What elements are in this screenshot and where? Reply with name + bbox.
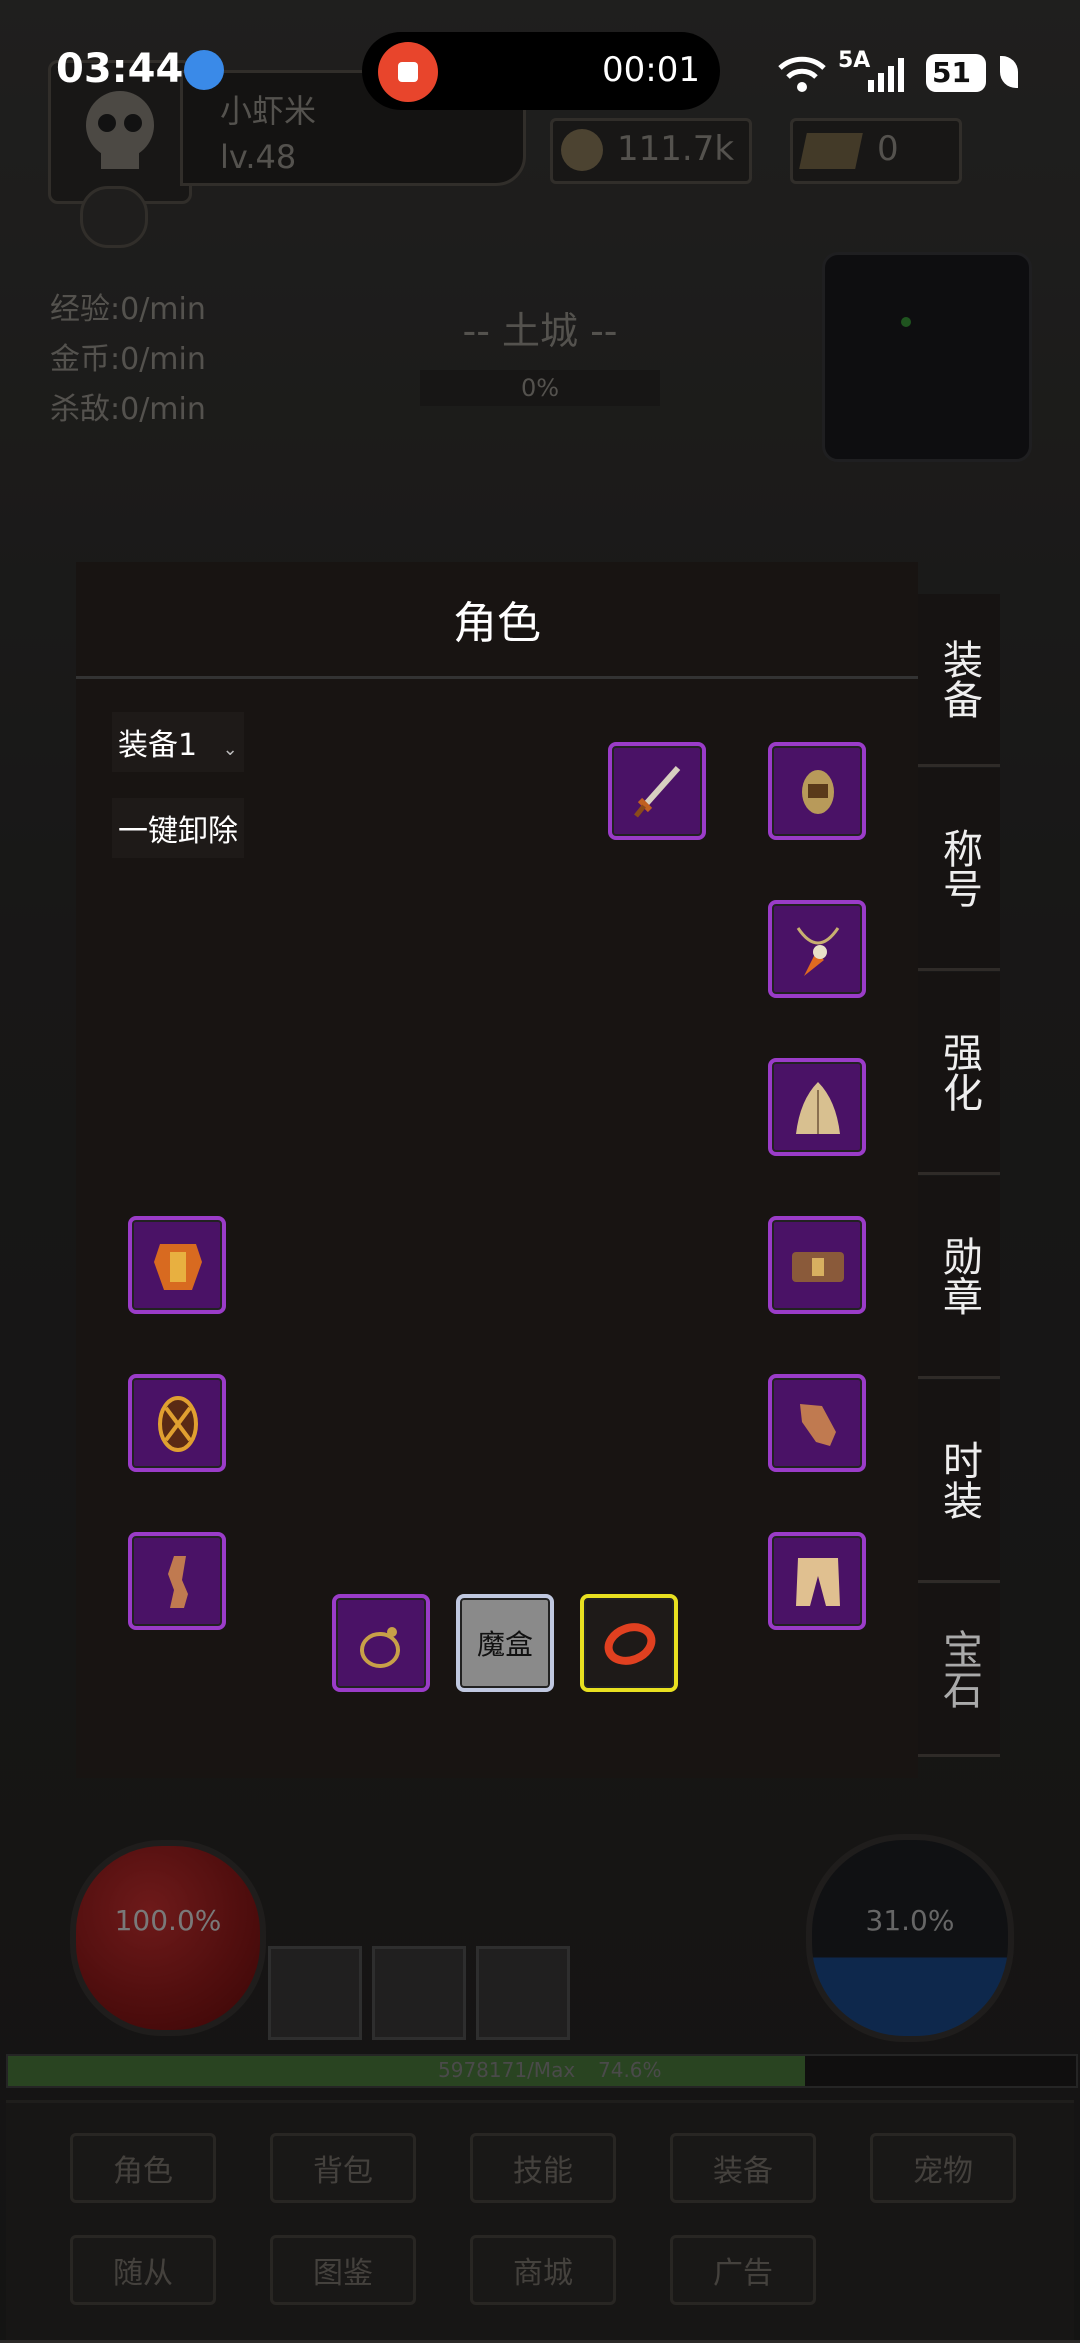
tab-title[interactable]: 称号	[918, 768, 1000, 971]
necklace-slot[interactable]	[768, 900, 866, 998]
necklace-icon	[796, 927, 840, 976]
gloves-slot[interactable]	[768, 1374, 866, 1472]
helmet-slot[interactable]	[768, 742, 866, 840]
screen-recording-pill[interactable]: 00:01	[362, 32, 720, 110]
cloak-slot[interactable]	[768, 1058, 866, 1156]
message-icon	[184, 50, 224, 90]
equip-set-dropdown[interactable]: 装备1 ⌄	[112, 712, 244, 772]
tab-medal-label: 勋章	[936, 1236, 982, 1316]
status-time: 03:44	[56, 46, 184, 92]
ring2-icon	[604, 1623, 656, 1665]
network-label: 5A	[838, 48, 871, 73]
shield-icon	[158, 1396, 198, 1452]
tab-title-label: 称号	[936, 828, 982, 908]
tab-gem-label: 宝石	[936, 1629, 982, 1709]
wifi-icon	[778, 56, 826, 92]
ring-slot-left[interactable]	[332, 1594, 430, 1692]
tab-enhance[interactable]: 强化	[918, 972, 1000, 1175]
equip-set-label: 装备1	[118, 728, 198, 763]
boots-icon	[168, 1556, 188, 1608]
shield-slot[interactable]	[128, 1374, 226, 1472]
tab-equipment-label: 装备	[936, 639, 982, 719]
armor-slot[interactable]	[128, 1216, 226, 1314]
helmet-icon	[802, 770, 834, 814]
belt-icon	[792, 1252, 844, 1282]
belt-slot[interactable]	[768, 1216, 866, 1314]
gloves-icon	[800, 1404, 836, 1446]
sword-icon	[634, 766, 681, 818]
tab-medal[interactable]: 勋章	[918, 1176, 1000, 1379]
signal-icon	[868, 58, 904, 92]
tab-gem[interactable]: 宝石	[918, 1584, 1000, 1757]
pants-icon	[796, 1558, 840, 1606]
character-dialog: 角色 装备1 ⌄ 一键卸除 魔盒 装备 称号 强化 勋章 时装 宝石	[76, 562, 1000, 1778]
ring-icon	[360, 1627, 400, 1668]
chevron-down-icon: ⌄	[222, 739, 238, 760]
magic-box-label: 魔盒	[476, 1628, 533, 1661]
battery-icon: 51	[926, 54, 986, 92]
recording-time: 00:01	[602, 50, 700, 90]
tab-equipment[interactable]: 装备	[918, 594, 1000, 767]
pants-slot[interactable]	[768, 1532, 866, 1630]
tab-fashion-label: 时装	[936, 1440, 982, 1520]
ring-slot-right[interactable]	[580, 1594, 678, 1692]
cloak-icon	[796, 1082, 840, 1134]
unequip-all-button[interactable]: 一键卸除	[112, 798, 244, 858]
battery-level: 51	[932, 56, 971, 89]
dialog-title: 角色	[76, 562, 918, 679]
tab-enhance-label: 强化	[936, 1032, 982, 1112]
stop-recording-icon[interactable]	[378, 42, 438, 102]
armor-icon	[154, 1244, 202, 1290]
magic-box-slot[interactable]: 魔盒	[456, 1594, 554, 1692]
weapon-slot[interactable]	[608, 742, 706, 840]
boots-slot[interactable]	[128, 1532, 226, 1630]
tab-fashion[interactable]: 时装	[918, 1380, 1000, 1583]
